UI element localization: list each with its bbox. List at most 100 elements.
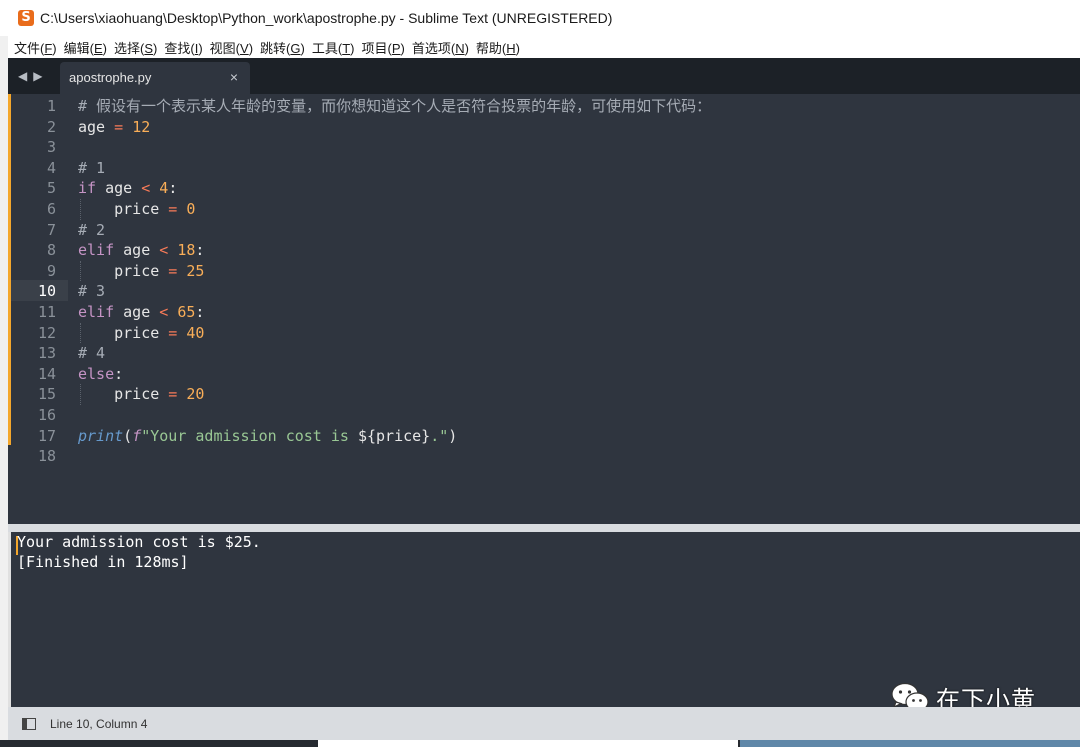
code-line: price = 0 <box>78 199 195 220</box>
line-number-gutter: 1 2 3 4 5 6 7 8 9 10 11 12 13 14 15 16 17 18 <box>8 94 68 524</box>
line-number: 18 <box>37 447 56 466</box>
code-token: 65 <box>168 303 196 321</box>
code-line: age = 12 <box>78 117 150 138</box>
menu-item-5[interactable]: 跳转(G) <box>260 38 305 57</box>
code-token: # 3 <box>78 282 106 301</box>
code-token: "Your admission cost is <box>141 426 358 445</box>
desktop-background-edge <box>0 740 1080 747</box>
code-token: ) <box>448 426 458 445</box>
menu-item-2[interactable]: 选择(S) <box>114 38 157 57</box>
line-number: 14 <box>37 364 56 383</box>
code-editor[interactable]: 1 2 3 4 5 6 7 8 9 10 11 12 13 14 15 16 17 18 # 假设有一个表示某人年… <box>8 94 1080 524</box>
background-window-fragment <box>318 740 738 747</box>
toggle-panel-icon[interactable] <box>22 717 36 730</box>
code-token: = <box>159 323 187 342</box>
menu-item-7[interactable]: 项目(P) <box>361 38 404 57</box>
code-line: # 假设有一个表示某人年龄的变量，而你想知道这个人是否符合投票的年龄，可使用如下… <box>78 96 711 117</box>
line-number: 3 <box>46 138 56 157</box>
background-window-edge <box>0 36 8 747</box>
line-number: 1 <box>46 97 56 115</box>
title-bar: S C:\Users\xiaohuang\Desktop\Python_work… <box>8 0 1080 36</box>
code-token: : <box>114 364 124 383</box>
menu-item-0[interactable]: 文件(F) <box>14 38 57 57</box>
code-token: age <box>114 241 160 260</box>
code-token: 25 <box>186 261 205 280</box>
tab-forward-arrow-icon[interactable]: ▶ <box>33 67 42 85</box>
line-number: 12 <box>37 323 56 342</box>
menu-item-4[interactable]: 视图(V) <box>210 38 253 57</box>
line-number: 8 <box>46 241 56 260</box>
line-number: 17 <box>37 426 56 445</box>
line-number: 5 <box>46 179 56 198</box>
tab-close-icon[interactable]: × <box>230 69 238 85</box>
code-token: < <box>159 241 169 260</box>
output-line: [Finished in 128ms] <box>17 553 189 571</box>
code-line: # 1 <box>78 158 105 179</box>
line-number: 11 <box>37 303 56 321</box>
line-number: 4 <box>46 158 56 177</box>
line-number: 7 <box>46 220 56 239</box>
code-token: 4 <box>150 179 169 198</box>
code-token: # 假设有一个表示某人年龄的变量，而你想知道这个人是否符合投票的年龄，可使用如下… <box>78 97 712 115</box>
line-number: 2 <box>46 117 56 136</box>
line-number: 13 <box>37 344 56 363</box>
tab-apostrophe-py[interactable]: apostrophe.py × <box>60 62 250 94</box>
code-line: elif age < 65: <box>78 302 204 323</box>
line-number: 9 <box>46 261 56 280</box>
menu-item-3[interactable]: 查找(I) <box>164 38 202 57</box>
code-token: ${price} <box>357 426 431 445</box>
window-title: C:\Users\xiaohuang\Desktop\Python_work\a… <box>40 10 613 26</box>
cursor-position: Line 10, Column 4 <box>50 716 148 731</box>
code-token: age <box>96 179 142 198</box>
menu-item-8[interactable]: 首选项(N) <box>412 38 469 57</box>
output-line: Your admission cost is $25. <box>17 533 261 551</box>
code-token: : <box>195 241 205 260</box>
code-token: elif <box>78 303 115 321</box>
code-token: age <box>114 303 160 321</box>
status-bar: Line 10, Column 4 <box>8 707 1080 740</box>
code-line: price = 40 <box>78 323 204 344</box>
line-number: 10 <box>37 282 56 301</box>
menu-item-9[interactable]: 帮助(H) <box>476 38 520 57</box>
background-image-fragment <box>740 740 1080 747</box>
code-line: # 4 <box>78 343 105 364</box>
code-token: ( <box>123 426 133 445</box>
code-token: : <box>168 179 178 198</box>
code-token: elif <box>78 241 115 260</box>
tab-bar: ◀ ▶ apostrophe.py × <box>8 58 1080 94</box>
sublime-text-icon: S <box>18 10 34 26</box>
code-token: < <box>141 179 151 198</box>
code-line: price = 20 <box>78 384 204 405</box>
menu-item-6[interactable]: 工具(T) <box>312 38 355 57</box>
code-token: 40 <box>186 323 205 342</box>
panel-splitter[interactable] <box>8 524 1080 532</box>
code-token: 0 <box>186 200 196 218</box>
code-token: 18 <box>168 241 196 260</box>
code-token: < <box>159 303 169 321</box>
code-token: price <box>78 261 160 280</box>
code-token: ." <box>430 426 449 445</box>
code-line: if age < 4: <box>78 178 177 199</box>
code-line: price = 25 <box>78 261 204 282</box>
tab-nav: ◀ ▶ <box>18 67 42 85</box>
code-token: = <box>105 117 133 136</box>
code-token: price <box>78 200 160 218</box>
code-line: print(f"Your admission cost is ${price}.… <box>78 426 457 447</box>
code-token: 12 <box>132 117 151 136</box>
tab-back-arrow-icon[interactable]: ◀ <box>18 67 27 85</box>
code-token: price <box>78 385 160 404</box>
code-token: # 2 <box>78 220 106 239</box>
code-token: price <box>78 323 160 342</box>
menu-bar: 文件(F) 编辑(E) 选择(S) 查找(I) 视图(V) 跳转(G) 工具(T) 项目(P)… <box>8 36 1080 58</box>
code-line: elif age < 18: <box>78 240 204 261</box>
code-token: = <box>159 261 187 280</box>
code-token: = <box>159 200 187 218</box>
code-token: else <box>78 364 115 383</box>
tab-label: apostrophe.py <box>69 70 152 85</box>
code-token: if <box>78 179 97 198</box>
menu-item-1[interactable]: 编辑(E) <box>64 38 107 57</box>
code-token: 20 <box>186 385 205 404</box>
code-line: # 2 <box>78 220 105 241</box>
code-token: age <box>78 117 106 136</box>
code-token: print <box>78 426 124 445</box>
